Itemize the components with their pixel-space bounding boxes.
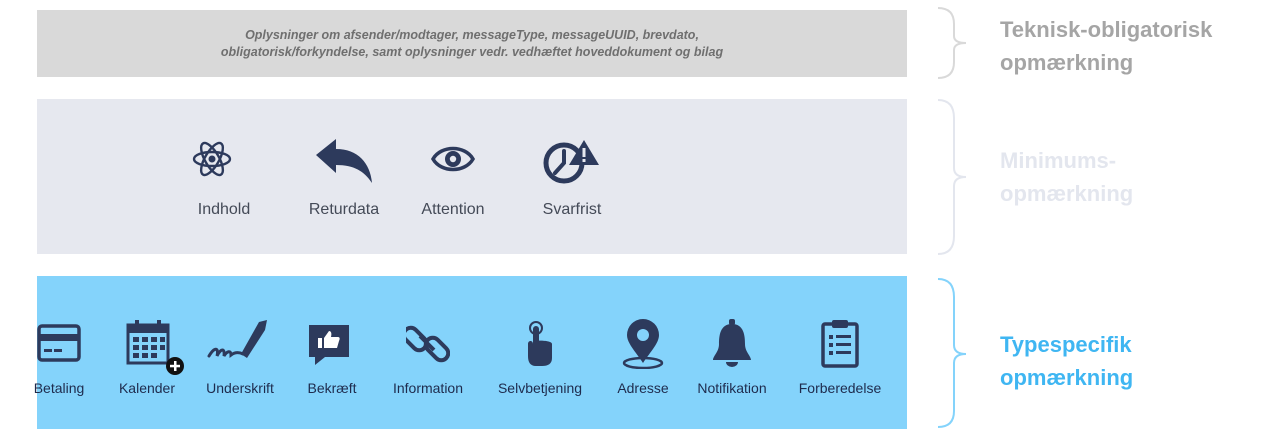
reply-arrow-icon xyxy=(316,139,372,183)
minimum-label-indhold: Indhold xyxy=(197,201,251,218)
pointing-hand-icon xyxy=(528,321,552,366)
eye-icon xyxy=(431,146,475,172)
type-label-notifikation: Notifikation xyxy=(697,380,767,396)
side-label-technical-line1: Teknisk-obligatorisk xyxy=(1000,17,1213,42)
brace-minimum xyxy=(937,99,967,255)
signature-pen-icon xyxy=(207,320,267,358)
brace-technical xyxy=(937,7,967,79)
minimum-item-attention xyxy=(431,139,475,179)
type-label-selvbetjening: Selvbetjening xyxy=(497,380,583,396)
clock-warning-icon xyxy=(543,140,599,184)
bell-icon xyxy=(713,319,751,367)
thumbs-up-icon xyxy=(309,325,349,365)
technical-description-line2: obligatorisk/forkyndelse, samt oplysning… xyxy=(220,45,724,59)
side-label-typespecific-line2: opmærkning xyxy=(1000,365,1134,390)
typespecific-markup-band: Betaling Kalender Underskrift Bekræft In… xyxy=(34,276,907,429)
credit-card-icon xyxy=(37,324,81,362)
type-label-information: Information xyxy=(392,380,464,396)
atom-icon xyxy=(192,141,232,177)
calendar-add-icon xyxy=(126,320,184,375)
clipboard-icon xyxy=(821,320,859,368)
side-label-typespecific-line1: Typespecifik xyxy=(1000,332,1132,357)
minimum-label-svarfrist: Svarfrist xyxy=(542,201,602,218)
brace-typespecific xyxy=(937,278,967,428)
side-label-minimum-line1: Minimums- xyxy=(1000,148,1117,173)
technical-description-line1: Oplysninger om afsender/modtager, messag… xyxy=(245,28,699,42)
minimum-item-indhold xyxy=(192,139,232,179)
link-icon xyxy=(406,325,450,363)
type-label-forberedelse: Forberedelse xyxy=(798,380,882,396)
side-label-minimum: Minimums- opmærkning xyxy=(1000,144,1133,210)
side-label-typespecific: Typespecifik opmærkning xyxy=(1000,328,1133,394)
technical-markup-band: Oplysninger om afsender/modtager, messag… xyxy=(37,10,907,77)
minimum-item-svarfrist xyxy=(542,139,600,185)
minimum-markup-band: Indhold Returdata Attention Svarfrist xyxy=(37,99,907,254)
technical-description: Oplysninger om afsender/modtager, messag… xyxy=(37,27,907,61)
map-pin-icon xyxy=(622,319,664,369)
side-label-minimum-line2: opmærkning xyxy=(1000,181,1134,206)
side-label-technical: Teknisk-obligatorisk opmærkning xyxy=(1000,13,1212,79)
minimum-item-returdata xyxy=(314,139,374,185)
side-label-technical-line2: opmærkning xyxy=(1000,50,1134,75)
